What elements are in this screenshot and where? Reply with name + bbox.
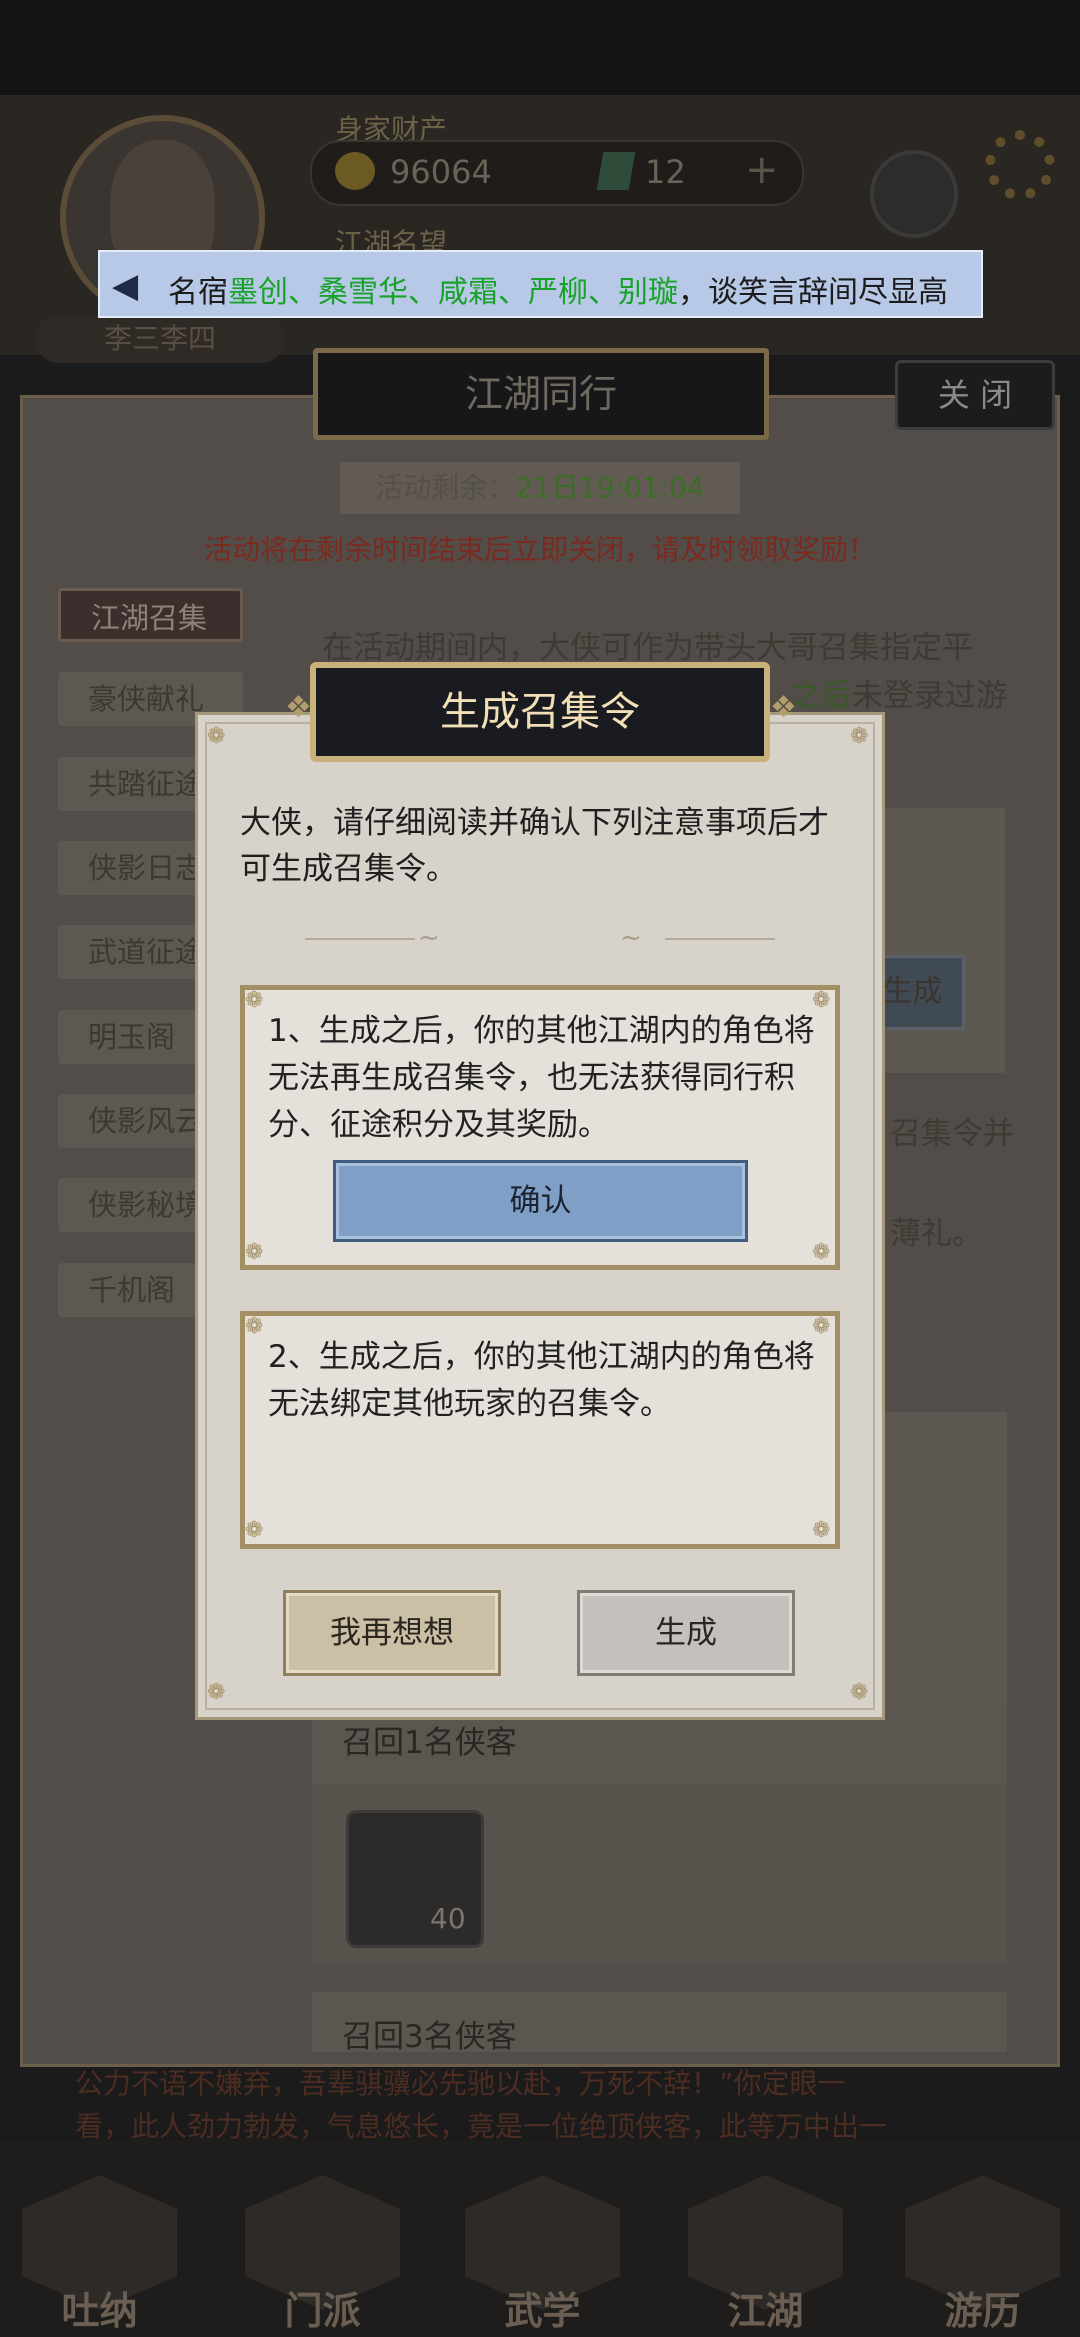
jade-count: 12	[645, 153, 686, 191]
divider-ornament: ~	[620, 923, 642, 953]
coin-count: 96064	[390, 153, 492, 191]
corner-ornament: ❁	[812, 1240, 831, 1265]
player-name: 李三李四	[35, 315, 285, 363]
notice-text-1: 1、生成之后，你的其他江湖内的角色将无法再生成召集令，也无法获得同行积分、征途积…	[268, 1013, 815, 1143]
event-description: 在活动期间内，大侠可作为带头大哥召集指定平	[322, 630, 973, 666]
title-ornament-left: ❖	[285, 690, 312, 725]
nav-label-wuxue: 武学	[504, 2289, 581, 2333]
notice-text-2: 2、生成之后，你的其他江湖内的角色将无法绑定其他玩家的召集令。	[268, 1339, 815, 1422]
bg-side-text-1: 召集令并	[890, 1116, 1014, 1152]
corner-ornament: ❁	[850, 724, 869, 749]
add-currency-icon[interactable]: +	[745, 147, 779, 193]
yinyang-icon[interactable]	[870, 150, 958, 238]
dialog-title: 生成召集令	[310, 662, 770, 762]
corner-ornament: ❁	[207, 724, 226, 749]
rethink-button[interactable]: 我再想想	[283, 1590, 501, 1676]
story-line-2: 看，此人劲力勃发，气息悠长，竟是一位绝顶侠客，此等万中出一	[75, 2110, 888, 2143]
nav-label-youli: 游历	[944, 2289, 1021, 2333]
corner-ornament: ❁	[812, 1518, 831, 1543]
panel-title: 江湖同行	[313, 348, 769, 440]
countdown-value: 21日19:01:04	[515, 471, 705, 504]
tab-jianghu-zhaoji[interactable]: 江湖召集	[58, 588, 243, 642]
megaphone-icon: ◀	[112, 266, 139, 306]
bg-side-text-2: 薄礼。	[890, 1216, 983, 1252]
nav-label-jianghu: 江湖	[727, 2289, 804, 2333]
nav-label-tuna: 吐纳	[61, 2289, 138, 2333]
dialog-intro: 大侠，请仔细阅读并确认下列注意事项后才可生成召集令。	[240, 805, 829, 887]
corner-ornament: ❁	[207, 1680, 226, 1705]
corner-ornament: ❁	[245, 1518, 264, 1543]
status-bar	[0, 0, 1080, 95]
warning-text: 活动将在剩余时间结束后立即关闭，请及时领取奖励！	[203, 533, 876, 566]
corner-ornament: ❁	[245, 988, 264, 1013]
currency-bar	[310, 140, 804, 206]
nav-label-menpai: 门派	[284, 2289, 361, 2333]
close-button[interactable]: 关 闭	[895, 360, 1055, 430]
story-line-1: 公力不语不嫌弃，吾辈骐骥必先驰以赴，万死不辞！”你定眼一	[75, 2067, 846, 2100]
corner-ornament: ❁	[850, 1680, 869, 1705]
confirm-button[interactable]: 确认	[333, 1160, 748, 1242]
countdown-label: 活动剩余：	[375, 471, 516, 504]
generate-button[interactable]: 生成	[577, 1590, 795, 1676]
corner-ornament: ❁	[245, 1314, 264, 1339]
divider-ornament: ~	[418, 923, 440, 953]
gear-icon[interactable]	[985, 130, 1055, 200]
event-description-2: 之后未登录过游	[790, 678, 1007, 714]
divider-right	[665, 938, 775, 940]
announcement-names: 墨创、桑雪华、咸霜、严柳、别璇	[228, 275, 678, 310]
recall-3-header: 召回3名侠客	[312, 1992, 1007, 2055]
coin-icon	[335, 152, 375, 190]
title-ornament-right: ❖	[770, 690, 797, 725]
countdown: 活动剩余：21日19:01:04	[340, 462, 740, 514]
corner-ornament: ❁	[245, 1240, 264, 1265]
announcement-text: 名宿墨创、桑雪华、咸霜、严柳、别璇，谈笑言辞间尽显高	[168, 275, 948, 310]
jade-icon	[596, 152, 636, 190]
divider-left	[305, 938, 415, 940]
reward-item-count: 40	[430, 1902, 466, 1935]
